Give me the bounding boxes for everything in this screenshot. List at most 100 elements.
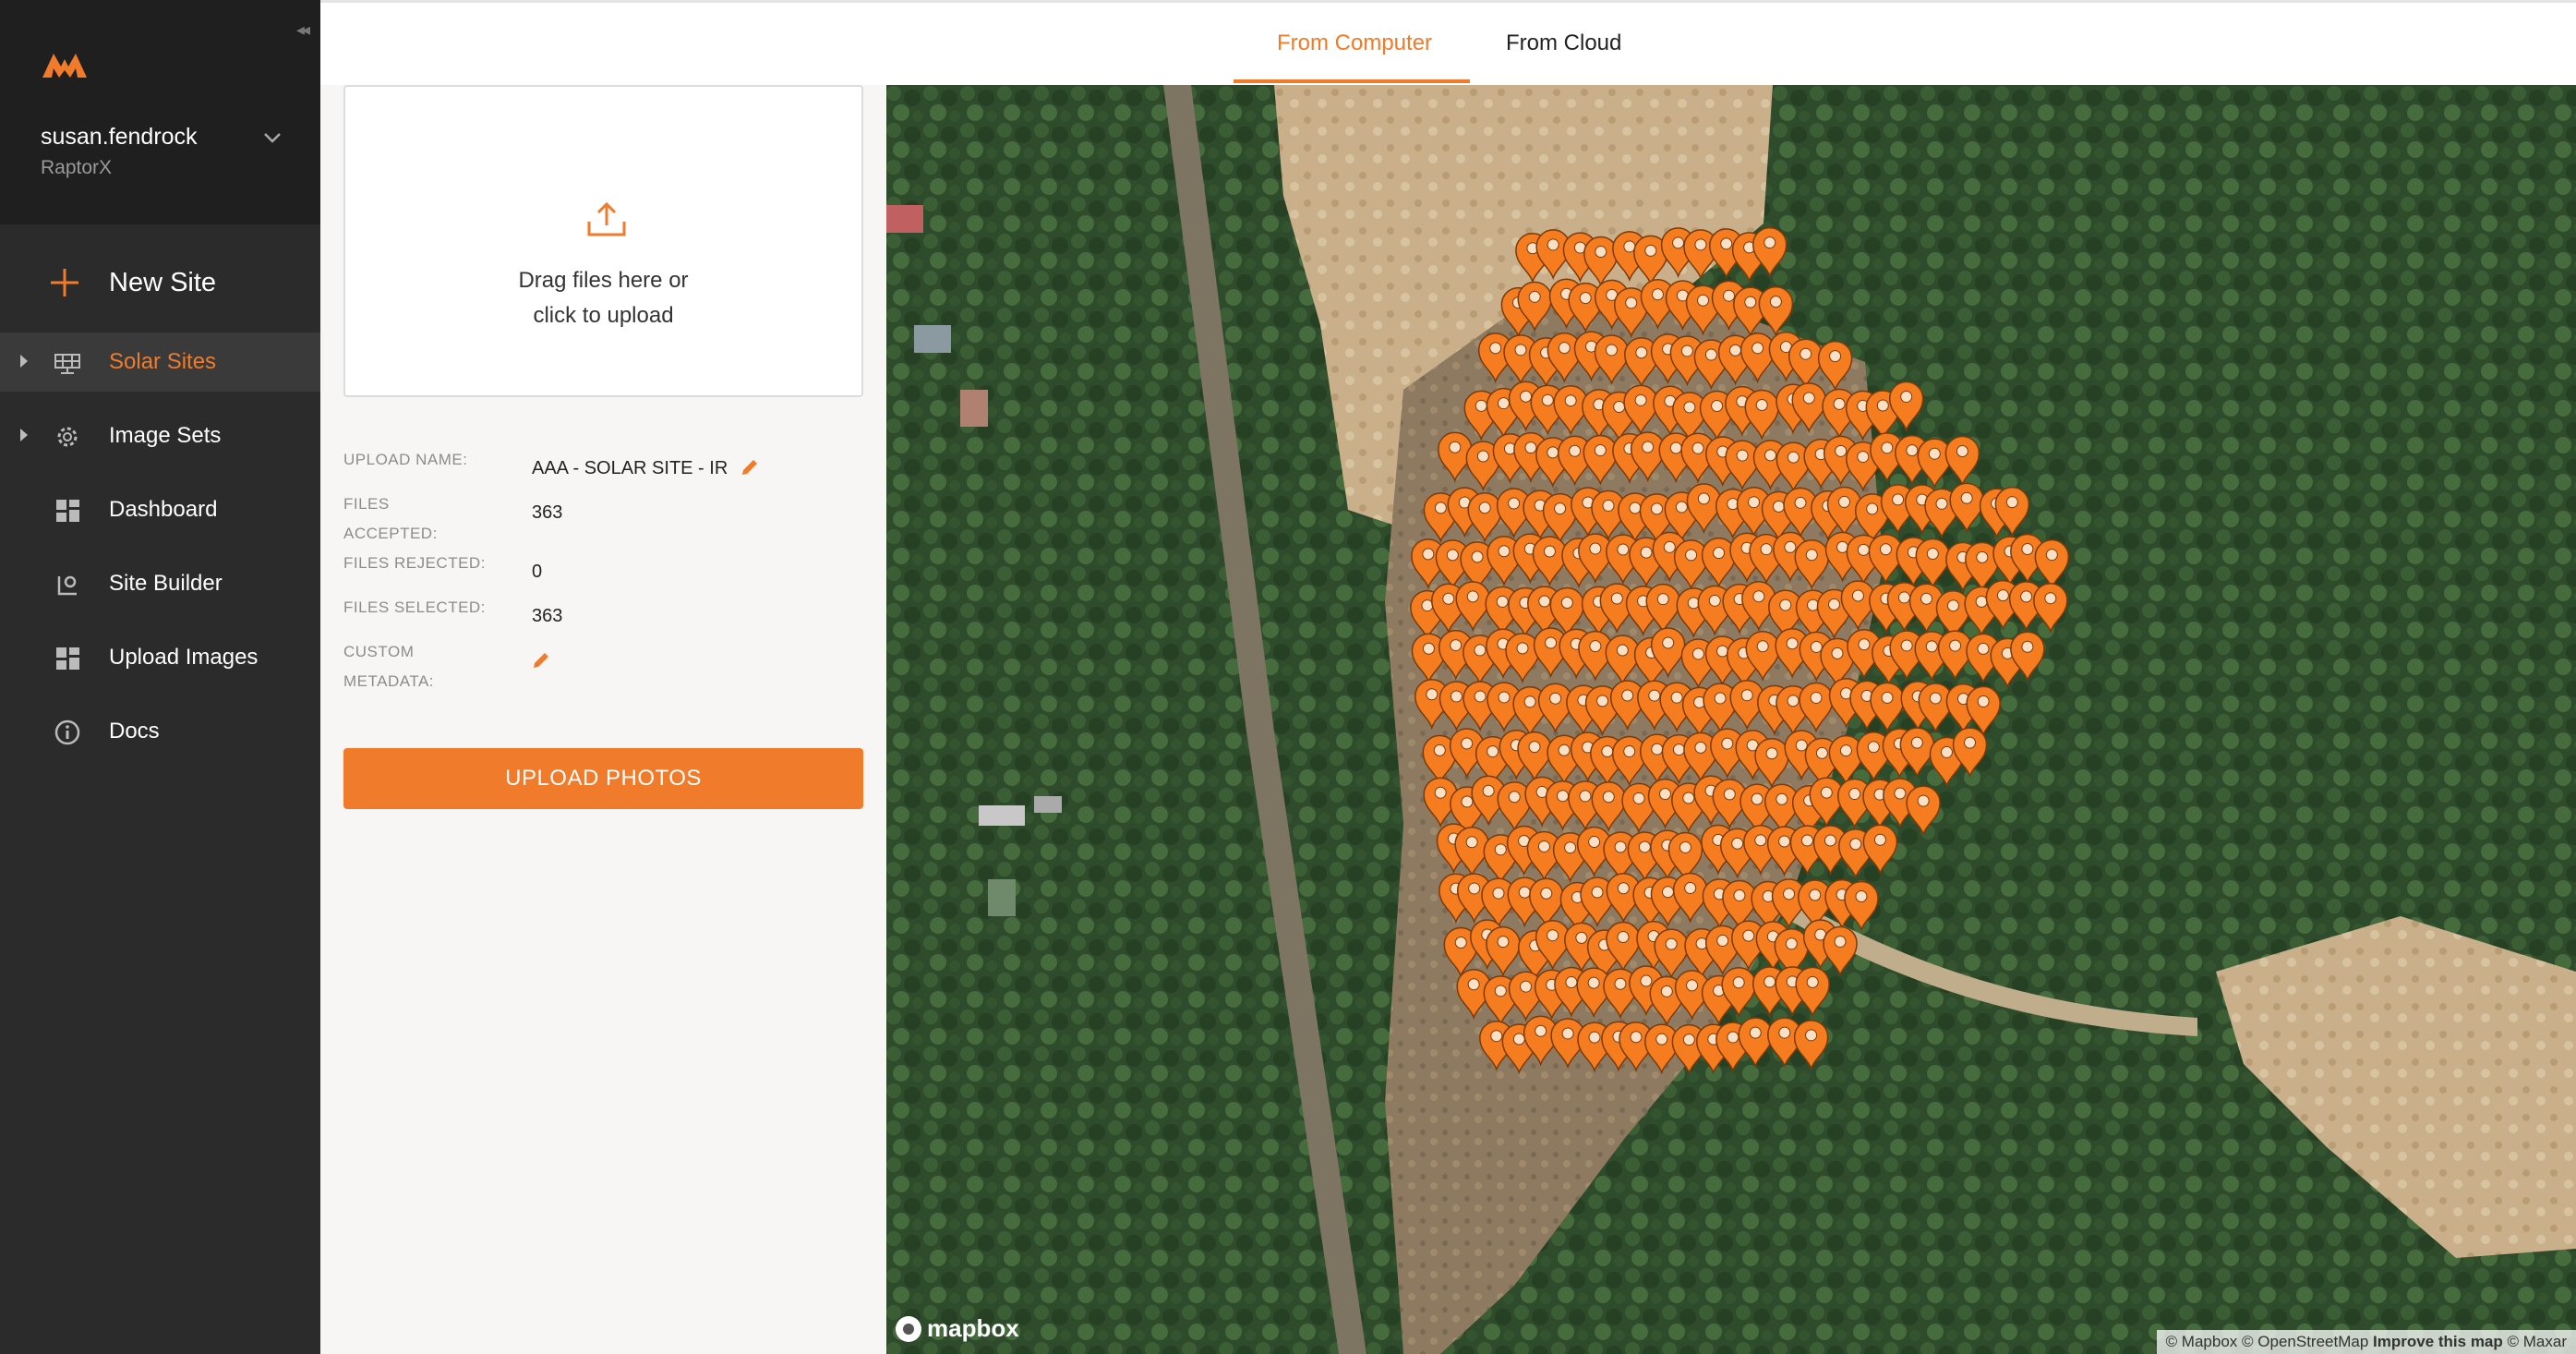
files-selected-label: FILES SELECTED: — [343, 598, 486, 616]
map-marker-dot — [1720, 237, 1733, 250]
map-marker-dot — [1434, 786, 1447, 799]
map-marker-dot — [1623, 240, 1636, 253]
user-name: susan.fendrock — [41, 124, 198, 150]
map-marker-dot — [1760, 543, 1773, 556]
map-marker-dot — [1769, 296, 1782, 308]
edit-custom-metadata-icon[interactable] — [531, 650, 551, 671]
map-marker-dot — [1976, 550, 1989, 563]
map-marker-dot — [1520, 980, 1533, 993]
map-marker-dot — [1422, 642, 1435, 655]
upload-photos-button[interactable]: UPLOAD PHOTOS — [343, 748, 863, 809]
map-marker-dot — [1857, 451, 1870, 464]
dropzone-text-line1: Drag files here or — [518, 268, 689, 293]
map-marker-dot — [1543, 545, 1556, 558]
caret-right-icon — [20, 355, 28, 368]
chevron-down-icon[interactable] — [262, 127, 283, 148]
map-marker-dot — [1729, 344, 1742, 357]
map-marker-dot — [1802, 392, 1815, 405]
map-marker-dot — [1763, 975, 1776, 988]
map-marker-dot — [1713, 547, 1726, 560]
map-marker-dot — [1755, 399, 1768, 412]
sidebar-item-docs[interactable]: Docs — [0, 702, 320, 761]
improve-map-link[interactable]: Improve this map — [2373, 1333, 2503, 1350]
map-marker-dot — [1686, 979, 1699, 992]
map-marker-dot — [1446, 549, 1459, 562]
map-marker-dot — [1682, 1034, 1695, 1046]
map-marker-dot — [1651, 288, 1664, 301]
map-marker-dot — [1892, 493, 1905, 506]
map-marker-dot — [1894, 787, 1907, 800]
tab-from-cloud[interactable]: From Cloud — [1506, 30, 1621, 56]
map-marker-dot — [1783, 888, 1796, 901]
map-marker-dot — [1855, 889, 1868, 902]
map-marker-dot — [1996, 589, 2009, 602]
gear-icon — [57, 427, 78, 447]
map-marker-dot — [1672, 236, 1685, 249]
sidebar-item-solar-sites[interactable]: Solar Sites — [0, 332, 320, 392]
map-marker-dot — [1433, 743, 1446, 756]
mapbox-logo-text: mapbox — [927, 1314, 1019, 1342]
map-marker-dot — [1540, 887, 1553, 900]
map-marker-dot — [1565, 975, 1578, 988]
new-site-label: New Site — [109, 268, 217, 297]
map-marker-dot — [1835, 444, 1848, 457]
map-marker-dot — [1675, 501, 1688, 514]
map-canvas[interactable] — [886, 85, 2576, 1354]
collapse-sidebar-icon[interactable]: ◂◂ — [296, 20, 310, 40]
sidebar-item-dashboard[interactable]: Dashboard — [0, 480, 320, 539]
map-marker-dot — [1508, 791, 1521, 804]
map-marker-dot — [1687, 597, 1700, 610]
map-marker-dot — [1564, 394, 1577, 407]
map-marker-dot — [1977, 695, 1990, 707]
map-marker-dot — [1545, 636, 1558, 649]
map-marker-dot — [1629, 502, 1642, 514]
map-marker-dot — [1632, 792, 1645, 804]
tab-from-computer[interactable]: From Computer — [1277, 30, 1432, 56]
map-marker-dot — [1834, 935, 1847, 948]
map-marker-dot — [1795, 739, 1808, 752]
map-marker-dot — [1630, 1031, 1643, 1044]
map-marker-dot — [1721, 737, 1734, 750]
map-marker-dot — [1778, 835, 1791, 848]
map-marker-dot — [1642, 441, 1655, 453]
edit-upload-name-icon[interactable] — [740, 457, 760, 478]
sidebar-item-site-builder[interactable]: Site Builder — [0, 554, 320, 613]
map-marker-dot — [1949, 639, 1962, 652]
sidebar-item-image-sets[interactable]: Image Sets — [0, 406, 320, 465]
map-marker-dot — [1661, 886, 1674, 899]
map-marker-dot — [1490, 1030, 1503, 1043]
map-marker-dot — [1554, 502, 1567, 515]
map-marker-dot — [1873, 833, 1886, 846]
map-marker-dot — [1857, 543, 1870, 556]
file-dropzone[interactable]: Drag files here or click to upload — [343, 85, 863, 397]
map-marker-dot — [1434, 502, 1447, 514]
map-marker-dot — [1723, 289, 1736, 302]
map-marker-dot — [1866, 502, 1879, 515]
map-marker-dot — [1595, 246, 1607, 259]
map-marker-dot — [1591, 886, 1604, 899]
map-marker-dot — [1806, 975, 1819, 988]
map-marker-dot — [2021, 640, 2034, 653]
map-marker-dot — [1694, 238, 1707, 251]
files-accepted-label: FILES — [343, 495, 390, 513]
map-marker-dot — [1663, 540, 1676, 553]
map-marker-dot — [1960, 491, 1973, 504]
map-marker-dot — [1670, 691, 1683, 704]
map-marker-dot — [1450, 639, 1463, 652]
map-marker-dot — [1665, 937, 1678, 950]
map-marker-dot — [1716, 934, 1729, 947]
map-marker-dot — [1557, 790, 1570, 803]
map-marker-dot — [1917, 794, 1930, 807]
map-marker-dot — [1524, 441, 1537, 454]
sidebar-item-upload-images[interactable]: Upload Images — [0, 628, 320, 687]
map-marker-dot — [1589, 542, 1602, 555]
map-marker-dot — [1920, 592, 1933, 605]
map-marker-dot — [1810, 640, 1823, 653]
raptor-logo-icon[interactable] — [41, 48, 89, 81]
map-marker-dot — [1541, 393, 1554, 406]
new-site-button[interactable]: New Site — [0, 249, 320, 314]
map-marker-dot — [1547, 929, 1559, 942]
map-marker-dot — [1751, 342, 1764, 355]
map-marker-dot — [1656, 593, 1669, 606]
satellite-map[interactable]: mapbox © Mapbox © OpenStreetMap Improve … — [886, 85, 2576, 1354]
